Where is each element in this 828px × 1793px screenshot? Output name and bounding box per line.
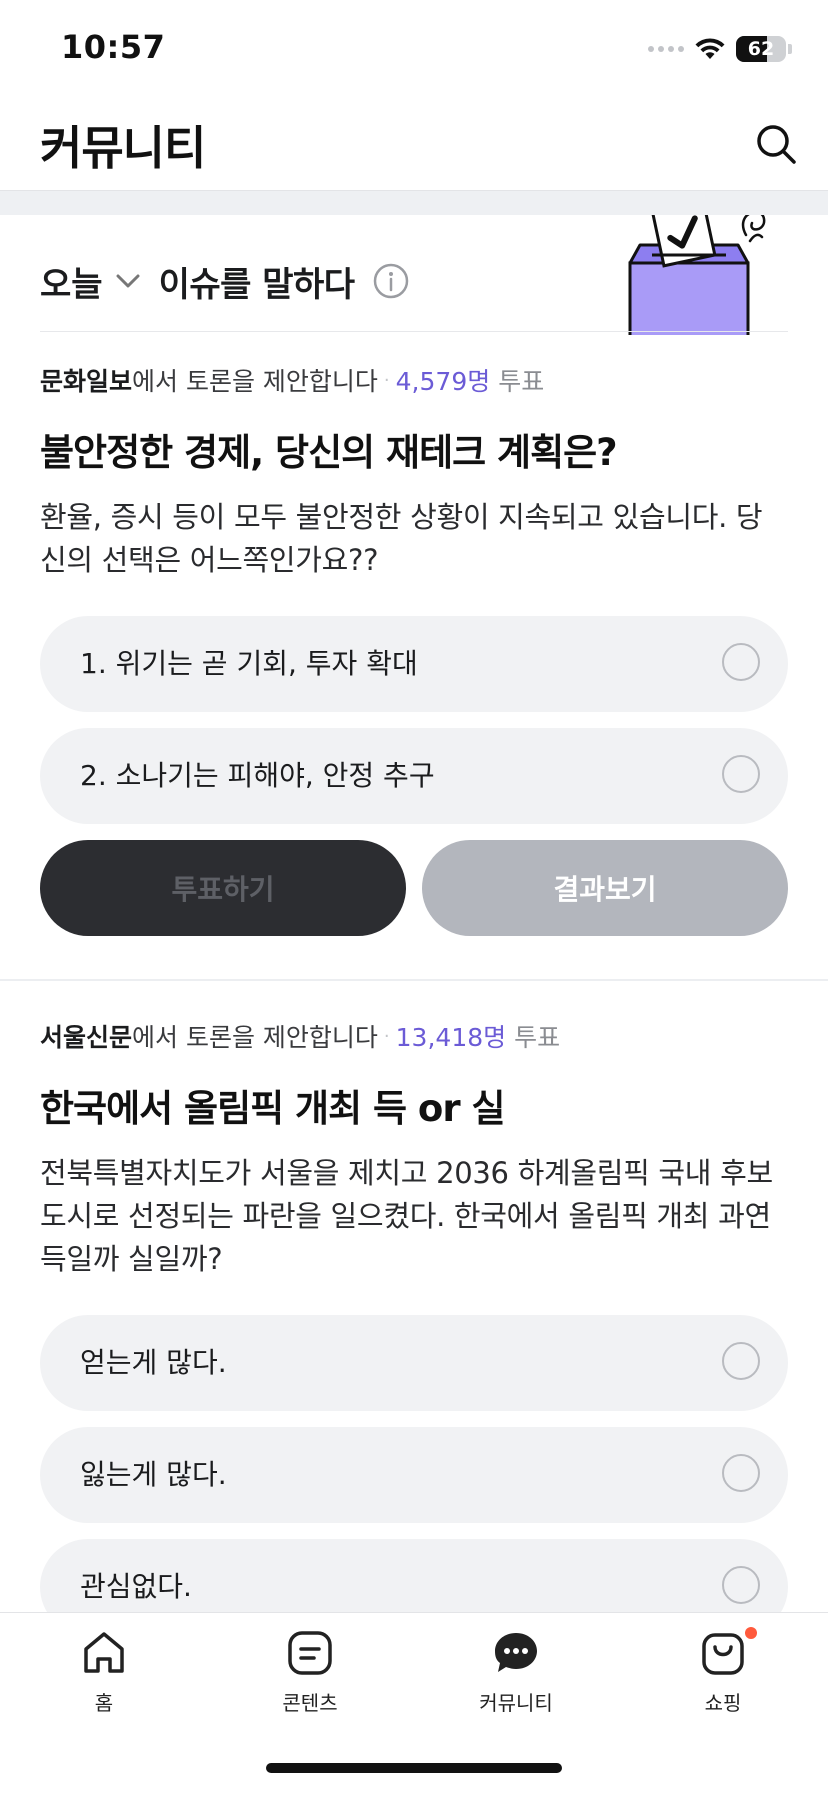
view-results-button[interactable]: 결과보기 xyxy=(422,840,788,936)
shopping-bag-icon xyxy=(702,1633,744,1675)
date-selector-label[interactable]: 오늘 xyxy=(40,257,103,306)
info-icon[interactable] xyxy=(373,263,409,299)
community-chat-icon xyxy=(495,1633,537,1672)
meta-separator: · xyxy=(383,369,390,391)
search-icon[interactable] xyxy=(752,120,800,168)
poll-source: 서울신문 xyxy=(40,1023,133,1052)
section-header: 오늘 이슈를 말하다 xyxy=(40,251,409,311)
poll-card: 서울신문 에서 토론을 제안합니다 · 13,418명 투표 한국에서 올림픽 … xyxy=(40,1018,788,1612)
contents-icon xyxy=(288,1631,332,1675)
nav-item-contents[interactable]: 콘텐츠 xyxy=(230,1627,390,1716)
radio-button[interactable] xyxy=(722,1342,760,1380)
poll-option[interactable]: 2. 소나기는 피해야, 안정 추구 xyxy=(40,728,788,824)
section-divider xyxy=(40,331,788,332)
poll-question: 한국에서 올림픽 개최 득 or 실 xyxy=(40,1087,506,1130)
nav-item-shopping[interactable]: 쇼핑 xyxy=(643,1627,803,1716)
status-time: 10:57 xyxy=(61,28,166,66)
poll-description: 전북특별자치도가 서울을 제치고 2036 하계올림픽 국내 후보도시로 선정되… xyxy=(40,1156,773,1276)
poll-options: 1. 위기는 곧 기회, 투자 확대 2. 소나기는 피해야, 안정 추구 xyxy=(40,616,788,824)
cellular-signal-icon xyxy=(648,46,684,52)
bottom-nav: 홈 콘텐츠 커뮤니티 쇼핑 xyxy=(0,1612,828,1793)
nav-label: 홈 xyxy=(94,1691,114,1715)
poll-meta: 서울신문 에서 토론을 제안합니다 · 13,418명 투표 xyxy=(40,1018,788,1054)
poll-meta: 문화일보 에서 토론을 제안합니다 · 4,579명 투표 xyxy=(40,362,788,398)
vote-count: 13,418명 xyxy=(395,1023,507,1052)
vote-count: 4,579명 xyxy=(395,367,491,396)
issue-card: 오늘 이슈를 말하다 문화일보 에서 토론을 제안합니다 · 4,579명 투표 xyxy=(0,215,828,1612)
home-icon xyxy=(84,1632,124,1673)
poll-card: 문화일보 에서 토론을 제안합니다 · 4,579명 투표 불안정한 경제, 당… xyxy=(40,362,788,936)
option-label: 1. 위기는 곧 기회, 투자 확대 xyxy=(80,647,418,680)
poll-option[interactable]: 얻는게 많다. xyxy=(40,1315,788,1411)
poll-description: 환율, 증시 등이 모두 불안정한 상황이 지속되고 있습니다. 당신의 선택은… xyxy=(40,500,763,577)
nav-label: 쇼핑 xyxy=(704,1691,742,1715)
option-label: 얻는게 많다. xyxy=(80,1346,227,1379)
poll-divider xyxy=(0,979,828,981)
header-separator xyxy=(0,191,828,215)
poll-source-suffix: 에서 토론을 제안합니다 xyxy=(132,367,378,396)
poll-source: 문화일보 xyxy=(40,367,133,396)
nav-item-community[interactable]: 커뮤니티 xyxy=(436,1627,596,1716)
wifi-icon xyxy=(695,38,725,59)
poll-option[interactable]: 관심없다. xyxy=(40,1539,788,1612)
ballot-box-illustration xyxy=(628,215,766,335)
poll-source-suffix: 에서 토론을 제안합니다 xyxy=(132,1023,378,1052)
battery-percent: 62 xyxy=(747,38,775,60)
nav-label: 콘텐츠 xyxy=(282,1691,338,1715)
poll-actions: 투표하기 결과보기 xyxy=(40,840,788,936)
status-bar: 10:57 62 xyxy=(0,0,828,96)
nav-label: 커뮤니티 xyxy=(479,1691,553,1715)
meta-separator: · xyxy=(383,1025,390,1047)
option-label: 잃는게 많다. xyxy=(80,1458,227,1491)
option-label: 2. 소나기는 피해야, 안정 추구 xyxy=(80,759,435,792)
option-label: 관심없다. xyxy=(80,1570,192,1603)
chevron-down-icon[interactable] xyxy=(113,266,143,296)
radio-button[interactable] xyxy=(722,1454,760,1492)
vote-word: 투표 xyxy=(514,1023,561,1052)
battery-icon: 62 xyxy=(736,36,786,62)
page-title: 커뮤니티 xyxy=(40,121,206,175)
poll-options: 얻는게 많다. 잃는게 많다. 관심없다. xyxy=(40,1315,788,1612)
poll-option[interactable]: 잃는게 많다. xyxy=(40,1427,788,1523)
vote-button[interactable]: 투표하기 xyxy=(40,840,406,936)
radio-button[interactable] xyxy=(722,755,760,793)
battery-cap xyxy=(788,44,792,54)
radio-button[interactable] xyxy=(722,1566,760,1604)
poll-option[interactable]: 1. 위기는 곧 기회, 투자 확대 xyxy=(40,616,788,712)
status-icons: 62 xyxy=(648,34,792,64)
home-indicator xyxy=(266,1763,562,1773)
radio-button[interactable] xyxy=(722,643,760,681)
vote-word: 투표 xyxy=(498,367,545,396)
nav-item-home[interactable]: 홈 xyxy=(24,1627,184,1716)
section-title: 이슈를 말하다 xyxy=(158,264,356,305)
app-header: 커뮤니티 xyxy=(0,96,828,191)
notification-badge xyxy=(745,1627,757,1639)
poll-question: 불안정한 경제, 당신의 재테크 계획은? xyxy=(40,431,618,474)
